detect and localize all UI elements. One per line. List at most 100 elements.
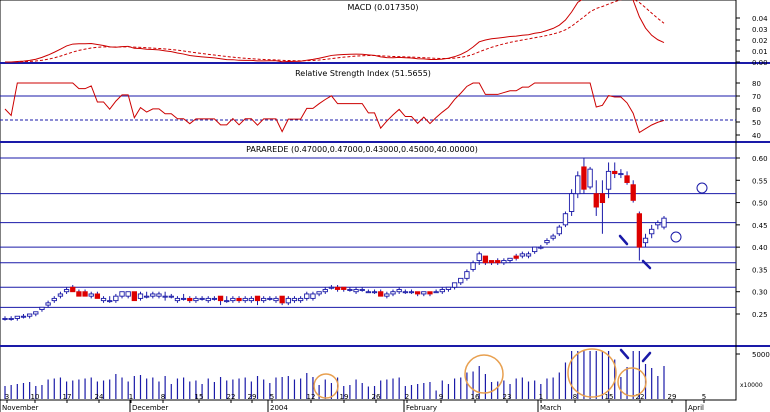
candle-body bbox=[14, 315, 20, 319]
candle-body bbox=[513, 255, 519, 259]
rsi-tick-label: 60 bbox=[752, 106, 761, 114]
candle-body bbox=[402, 291, 408, 294]
candle-body bbox=[8, 318, 14, 320]
candle-body bbox=[408, 291, 415, 294]
candle-body bbox=[199, 297, 205, 300]
candle-body bbox=[119, 291, 125, 297]
candle-body bbox=[642, 237, 649, 244]
x-day-label: 17 bbox=[63, 393, 72, 401]
panel-frames bbox=[0, 0, 770, 401]
candle-body bbox=[131, 291, 137, 302]
macd-tick-label: 0.00 bbox=[752, 59, 768, 67]
candle-body bbox=[538, 246, 544, 249]
price-tick-label: 0.30 bbox=[752, 289, 768, 297]
candle-body bbox=[63, 289, 70, 293]
volume-tick-label: 50000 bbox=[752, 351, 770, 359]
candle-body bbox=[125, 291, 131, 297]
candle-body bbox=[519, 253, 525, 257]
candle-body bbox=[242, 297, 248, 302]
candle-body bbox=[612, 170, 618, 175]
candle-body bbox=[525, 253, 532, 257]
candle-body bbox=[57, 293, 64, 297]
candle-body bbox=[76, 291, 82, 297]
candle-body bbox=[605, 170, 612, 190]
macd-tick-label: 0.04 bbox=[752, 15, 768, 23]
x-day-label: 12 bbox=[307, 393, 316, 401]
x-day-label: 29 bbox=[668, 393, 677, 401]
candle-body bbox=[661, 217, 667, 228]
macd-tick-label: 0.03 bbox=[752, 26, 768, 34]
x-day-label: 26 bbox=[372, 393, 381, 401]
candle-body bbox=[427, 291, 433, 295]
x-day-label: 23 bbox=[503, 393, 512, 401]
candle-body bbox=[205, 297, 211, 302]
candle-body bbox=[341, 286, 347, 290]
candle-body bbox=[501, 260, 507, 264]
candle-body bbox=[353, 289, 359, 293]
x-day-label: 1 bbox=[129, 393, 133, 401]
price-tick-label: 0.50 bbox=[752, 200, 768, 208]
volume-footer-label: x10000 bbox=[740, 382, 763, 389]
candle-body bbox=[532, 246, 538, 253]
candle-body bbox=[45, 302, 51, 306]
x-day-label: 8 bbox=[161, 393, 165, 401]
x-day-label: 29 bbox=[248, 393, 257, 401]
x-day-label: 16 bbox=[471, 393, 480, 401]
x-day-label: 9 bbox=[439, 393, 443, 401]
rsi-tick-label: 40 bbox=[752, 132, 761, 140]
candle-body bbox=[439, 289, 445, 293]
x-day-label: 24 bbox=[95, 393, 104, 401]
candle-body bbox=[470, 262, 476, 270]
candle-body bbox=[433, 291, 439, 294]
candle-body bbox=[180, 297, 187, 300]
x-month-label: November bbox=[2, 404, 39, 412]
candle-body bbox=[624, 175, 630, 183]
candle-body bbox=[445, 286, 452, 290]
candle-body bbox=[174, 297, 181, 302]
candle-body bbox=[464, 271, 470, 279]
candle-body bbox=[544, 240, 550, 244]
candle-body bbox=[70, 286, 76, 293]
candle-body bbox=[39, 306, 45, 310]
candle-body bbox=[304, 293, 310, 299]
chart-frame bbox=[0, 0, 737, 401]
candle-body bbox=[168, 295, 174, 298]
candle-body bbox=[254, 295, 261, 302]
candle-body bbox=[236, 297, 242, 302]
macd-tick-label: 0.01 bbox=[752, 48, 768, 56]
macd-title: MACD (0.017350) bbox=[348, 3, 419, 12]
stock-chart: MACD (0.017350) Relative Strength Index … bbox=[0, 0, 770, 412]
x-day-label: 15 bbox=[195, 393, 204, 401]
rsi-tick-label: 80 bbox=[752, 80, 761, 88]
candle-body bbox=[482, 255, 489, 264]
candle-body bbox=[273, 297, 279, 302]
price-tick-label: 0.40 bbox=[752, 244, 768, 252]
candle-body bbox=[26, 313, 33, 317]
price-tick-label: 0.35 bbox=[752, 266, 768, 274]
candle-body bbox=[100, 297, 107, 302]
x-month-label: March bbox=[540, 404, 561, 412]
candle-body bbox=[107, 300, 113, 303]
candle-body bbox=[649, 228, 655, 235]
candle-body bbox=[137, 293, 144, 299]
candle-body bbox=[322, 289, 328, 293]
price-tick-label: 0.60 bbox=[752, 155, 768, 163]
candle-body bbox=[568, 193, 575, 212]
candle-body bbox=[550, 235, 556, 239]
x-day-label: 3 bbox=[5, 393, 9, 401]
x-day-label: 1 bbox=[539, 393, 543, 401]
x-day-label: 15 bbox=[605, 393, 614, 401]
candle-body bbox=[593, 193, 599, 208]
candle-body bbox=[224, 300, 230, 303]
x-day-label: 19 bbox=[340, 393, 349, 401]
candle-body bbox=[458, 277, 464, 284]
candle-body bbox=[359, 289, 365, 291]
candle-body bbox=[51, 297, 57, 302]
price-tick-label: 0.25 bbox=[752, 311, 768, 319]
x-day-label: 2 bbox=[405, 393, 409, 401]
candle-body bbox=[599, 193, 606, 204]
candle-body bbox=[230, 297, 236, 302]
x-month-label: April bbox=[688, 404, 704, 412]
candle-body bbox=[575, 175, 581, 195]
candle-body bbox=[88, 293, 94, 297]
